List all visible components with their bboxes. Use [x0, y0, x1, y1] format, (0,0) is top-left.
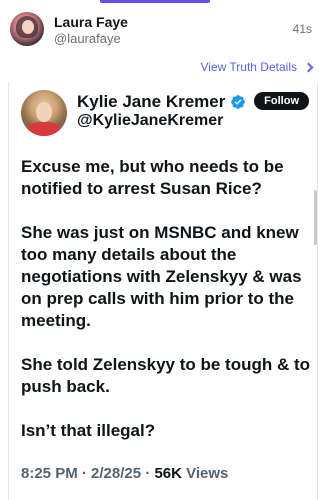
tweet-time[interactable]: 8:25 PM	[21, 465, 78, 482]
embedded-author[interactable]: Kylie Jane Kremer	[77, 92, 246, 112]
post-author-handle[interactable]: @laurafaye	[54, 31, 121, 46]
views-count: 56K	[154, 465, 182, 482]
view-truth-details-link[interactable]: View Truth Details	[200, 60, 314, 74]
tweet-date[interactable]: 2/28/25	[91, 465, 141, 482]
truth-post-page: Laura Faye @laurafaye 41s View Truth Det…	[0, 0, 326, 500]
post-header: Laura Faye @laurafaye 41s	[10, 12, 316, 48]
tweet-meta: 8:25 PM · 2/28/25 · 56K Views	[21, 465, 228, 482]
views-label: Views	[186, 465, 229, 482]
tweet-paragraph: She told Zelenskyy to be tough & to push…	[21, 355, 311, 396]
embedded-author-handle[interactable]: @KylieJaneKremer	[77, 112, 223, 130]
embedded-tweet-card[interactable]: Kylie Jane Kremer @KylieJaneKremer Follo…	[8, 82, 318, 500]
tweet-paragraph: Excuse me, but who needs to be notified …	[21, 157, 284, 198]
post-timestamp: 41s	[292, 22, 312, 36]
chevron-right-icon	[303, 62, 314, 72]
scrollbar[interactable]	[314, 190, 317, 245]
view-truth-details-label: View Truth Details	[200, 60, 298, 74]
tweet-body: Excuse me, but who needs to be notified …	[21, 156, 311, 464]
verified-badge-icon	[231, 95, 246, 109]
embedded-avatar[interactable]	[21, 90, 67, 136]
embedded-author-name: Kylie Jane Kremer	[77, 92, 226, 111]
tweet-paragraph: Isn’t that illegal?	[21, 421, 156, 440]
tweet-paragraph: She was just on MSNBC and knew too many …	[21, 223, 302, 330]
post-author-name[interactable]: Laura Faye	[54, 14, 128, 30]
tab-indicator	[100, 0, 210, 3]
meta-separator: ·	[145, 465, 151, 482]
follow-button[interactable]: Follow	[254, 92, 309, 110]
avatar[interactable]	[10, 12, 44, 46]
meta-separator: ·	[81, 465, 87, 482]
